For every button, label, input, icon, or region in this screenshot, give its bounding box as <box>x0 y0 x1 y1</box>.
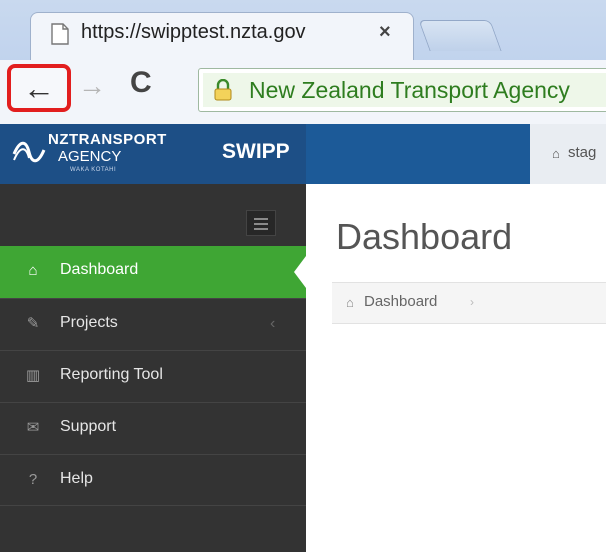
back-arrow-icon: ← <box>23 69 55 106</box>
sidebar-item-label: Reporting Tool <box>60 366 163 383</box>
sidebar-item-reporting-tool[interactable]: ▥ Reporting Tool <box>0 350 306 402</box>
page-title: Dashboard <box>336 216 513 257</box>
sidebar-item-help[interactable]: ? Help <box>0 454 306 506</box>
reload-button[interactable]: C <box>130 66 152 100</box>
secure-site-label: New Zealand Transport Agency <box>249 77 570 103</box>
close-tab-icon[interactable]: × <box>379 21 391 44</box>
environment-tab[interactable]: ⌂ stag <box>530 124 606 184</box>
bar-chart-icon: ▥ <box>25 367 41 384</box>
back-button[interactable]: ← <box>7 64 71 112</box>
app-name: SWIPP <box>222 140 290 163</box>
breadcrumb-item-dashboard[interactable]: Dashboard <box>364 293 437 310</box>
browser-chrome: https://swipptest.nzta.gov × ← → C New Z… <box>0 0 606 125</box>
sidebar-item-label: Support <box>60 418 117 435</box>
home-icon: ⌂ <box>552 146 560 161</box>
main-content: Dashboard ⌂ Dashboard › <box>306 184 606 552</box>
tab-title: https://swipptest.nzta.gov <box>81 21 306 43</box>
edit-icon: ✎ <box>26 315 40 332</box>
brand-area[interactable]: NZTRANSPORT AGENCY WAKA KOTAHI SWIPP <box>0 124 306 184</box>
forward-button[interactable]: → <box>78 70 106 102</box>
environment-label: stag <box>568 144 597 161</box>
lock-icon <box>214 79 232 101</box>
sidebar-item-label: Projects <box>60 314 118 331</box>
envelope-icon: ✉ <box>26 419 40 436</box>
breadcrumb: ⌂ Dashboard › <box>332 282 606 324</box>
sidebar: ⌂ Dashboard ✎ Projects ‹ ▥ Reporting Too… <box>0 184 306 552</box>
tab-strip: https://swipptest.nzta.gov × <box>0 0 606 61</box>
chevron-left-icon: ‹ <box>270 315 276 332</box>
secure-site-chip[interactable]: New Zealand Transport Agency <box>203 73 606 107</box>
home-icon: ⌂ <box>346 295 354 310</box>
question-icon: ? <box>28 471 38 488</box>
sidebar-item-dashboard[interactable]: ⌂ Dashboard <box>0 246 306 298</box>
breadcrumb-separator: › <box>470 295 474 309</box>
sidebar-item-label: Dashboard <box>60 261 139 278</box>
document-icon <box>51 23 69 45</box>
new-tab-button[interactable] <box>418 20 502 51</box>
logo-text-sub: WAKA KOTAHI <box>70 167 117 173</box>
browser-toolbar: ← → C New Zealand Transport Agency <box>0 60 606 125</box>
browser-tab[interactable]: https://swipptest.nzta.gov × <box>30 12 414 61</box>
logo-text-top: NZTRANSPORT <box>48 131 167 148</box>
sidebar-toggle-button[interactable] <box>246 210 276 236</box>
app-header: NZTRANSPORT AGENCY WAKA KOTAHI SWIPP ⌂ s… <box>0 124 606 184</box>
address-bar[interactable]: New Zealand Transport Agency <box>198 68 606 112</box>
sidebar-item-projects[interactable]: ✎ Projects ‹ <box>0 298 306 350</box>
home-icon: ⌂ <box>28 262 38 279</box>
sidebar-item-support[interactable]: ✉ Support <box>0 402 306 454</box>
logo-text-bottom: AGENCY <box>58 148 122 165</box>
nzta-logo-icon <box>12 141 46 163</box>
sidebar-item-label: Help <box>60 470 93 487</box>
